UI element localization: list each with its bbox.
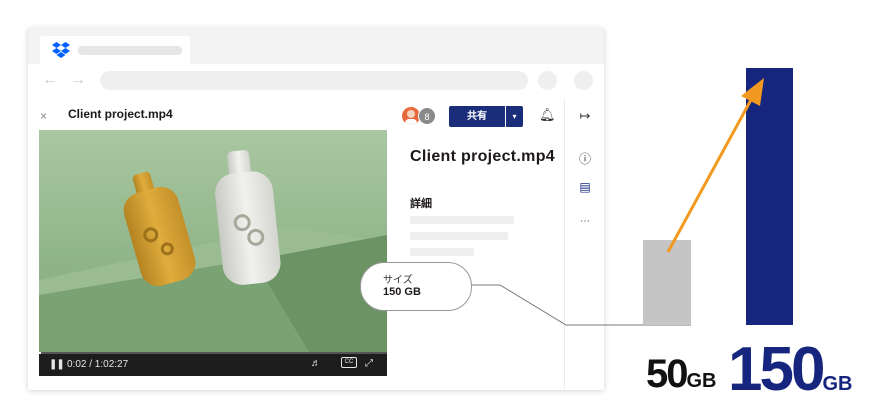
after-unit: GB xyxy=(822,373,853,395)
before-unit: GB xyxy=(686,370,717,392)
after-size-label: 150GB xyxy=(728,334,852,405)
before-size-label: 50GB xyxy=(646,352,717,397)
after-value: 150 xyxy=(728,335,825,404)
before-value: 50 xyxy=(646,352,688,396)
